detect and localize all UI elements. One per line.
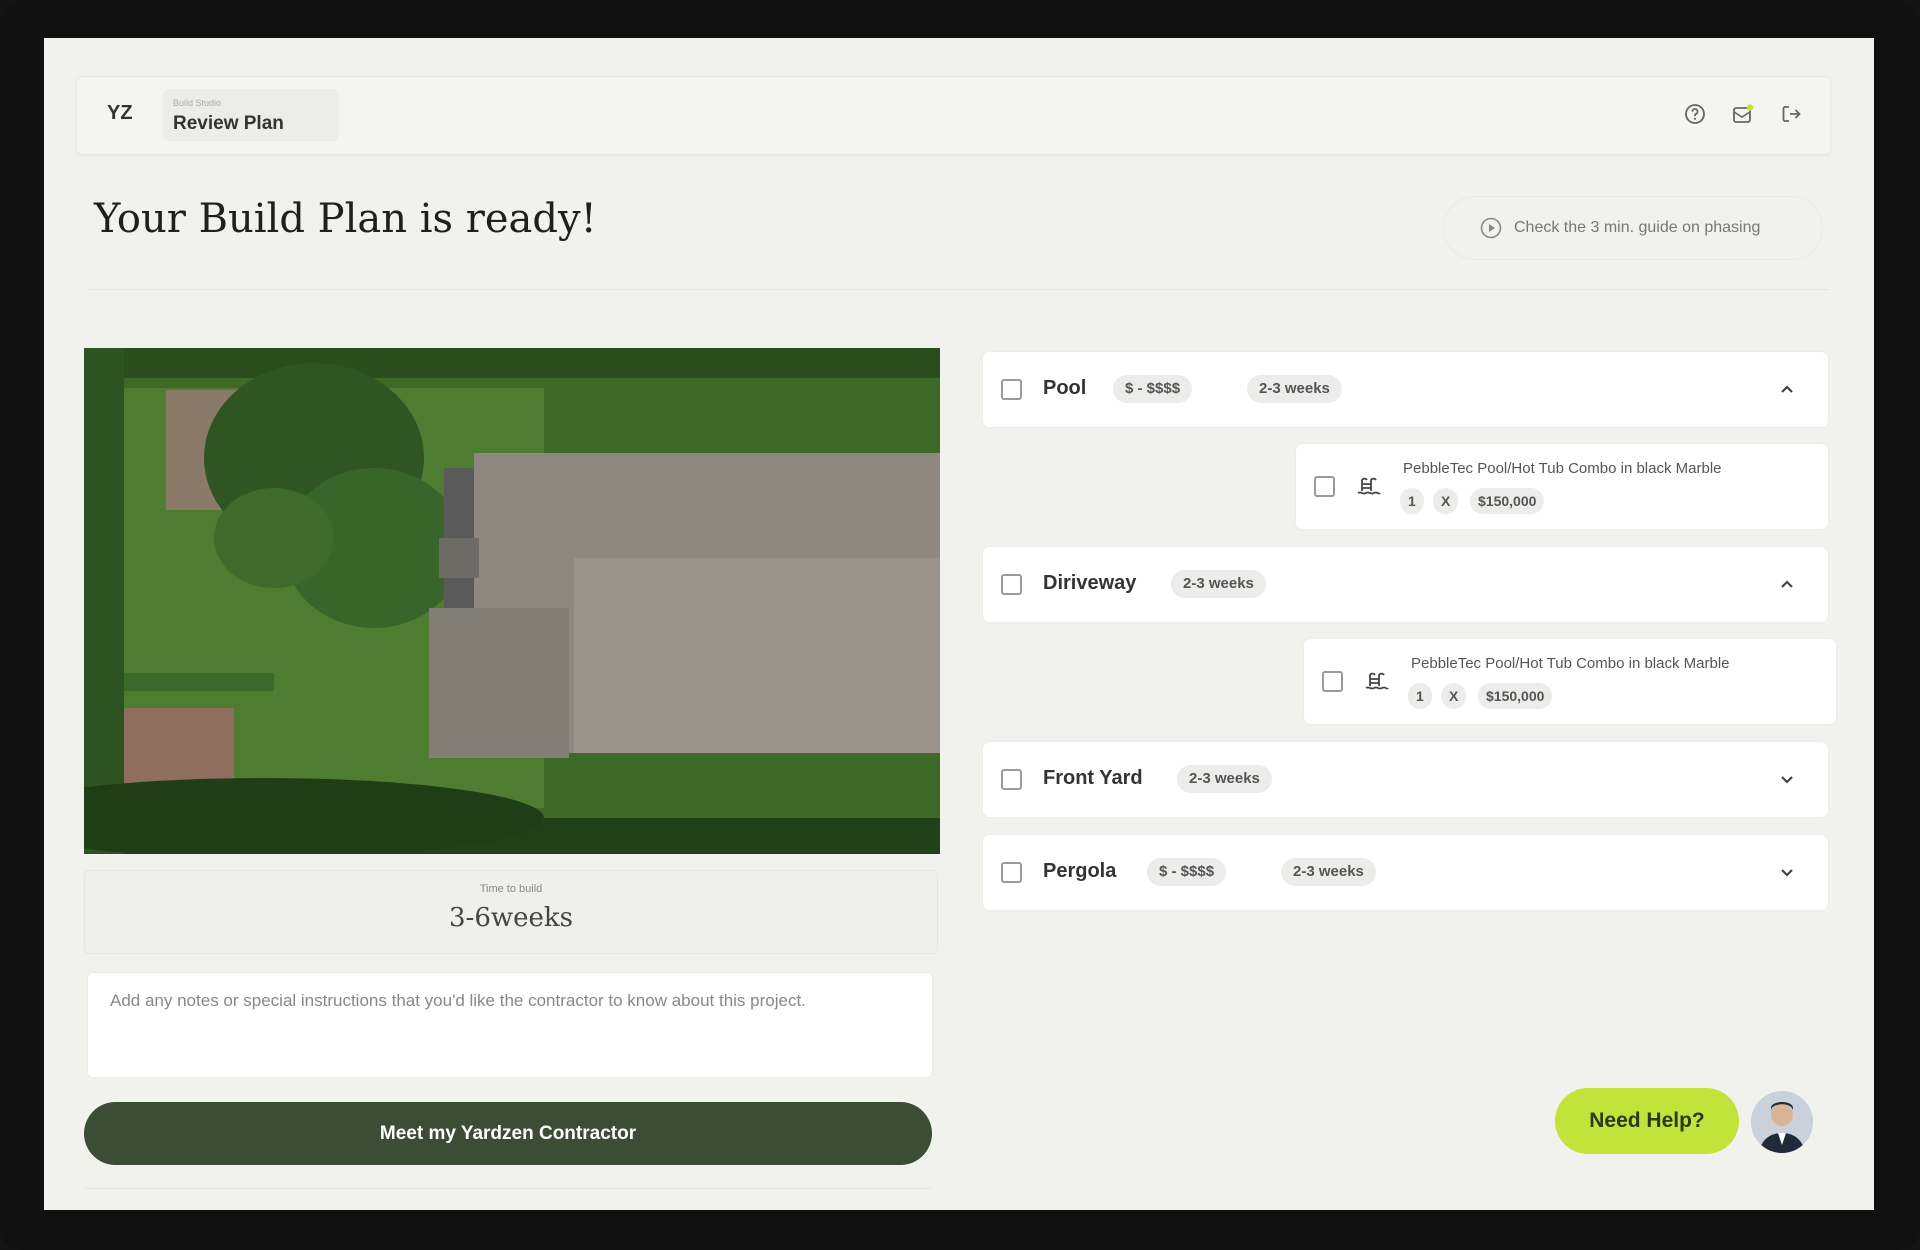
item-checkbox[interactable] (1001, 769, 1022, 790)
duration-badge: 2-3 weeks (1177, 765, 1272, 793)
duration-badge: 2-3 weeks (1171, 570, 1266, 598)
item-row-pergola[interactable]: Pergola $ - $$$$ 2-3 weeks (982, 834, 1829, 911)
price-badge: $ - $$$$ (1147, 858, 1227, 886)
pool-icon (1357, 477, 1381, 495)
time-to-build-card: Time to build 3-6weeks (84, 870, 938, 954)
notification-icon[interactable] (1732, 103, 1754, 125)
duration-badge: 2-3 weeks (1281, 858, 1376, 886)
item-row-front-yard[interactable]: Front Yard 2-3 weeks (982, 741, 1829, 818)
chevron-down-icon[interactable] (1776, 768, 1798, 790)
item-checkbox[interactable] (1001, 379, 1022, 400)
sub-item-card: PebbleTec Pool/Hot Tub Combo in black Ma… (1303, 638, 1837, 725)
item-label: Diriveway (1043, 572, 1137, 594)
quantity-badge: 1 (1408, 683, 1432, 709)
need-help-button[interactable]: Need Help? (1555, 1088, 1739, 1154)
sub-item-price: $150,000 (1470, 488, 1545, 514)
item-checkbox[interactable] (1001, 574, 1022, 595)
breadcrumb-section: Build Studio (173, 98, 222, 108)
phasing-guide-button[interactable]: Check the 3 min. guide on phasing (1443, 196, 1823, 260)
chevron-up-icon[interactable] (1776, 573, 1798, 595)
duration-badge: 2-3 weeks (1247, 375, 1342, 403)
app-logo[interactable]: YZ (107, 102, 133, 125)
sub-item-title: PebbleTec Pool/Hot Tub Combo in black Ma… (1411, 655, 1730, 672)
logout-icon[interactable] (1780, 103, 1802, 125)
item-label: Pergola (1043, 860, 1117, 882)
top-bar: YZ Build Studio Review Plan (76, 76, 1831, 155)
chevron-down-icon[interactable] (1776, 861, 1798, 883)
yard-plan-image (84, 348, 940, 854)
sub-item-card: PebbleTec Pool/Hot Tub Combo in black Ma… (1295, 443, 1829, 530)
chevron-up-icon[interactable] (1776, 378, 1798, 400)
multiply-badge: X (1433, 488, 1459, 514)
item-row-driveway[interactable]: Diriveway 2-3 weeks (982, 546, 1829, 623)
sub-item-checkbox[interactable] (1322, 671, 1343, 692)
notes-input[interactable]: Add any notes or special instructions th… (87, 972, 933, 1078)
footer-area (84, 1188, 932, 1210)
time-to-build-label: Time to build (479, 883, 543, 895)
tablet-frame: YZ Build Studio Review Plan Your Build P… (0, 0, 1920, 1250)
avatar[interactable] (1751, 1091, 1813, 1153)
breadcrumb-title: Review Plan (173, 113, 284, 134)
item-checkbox[interactable] (1001, 862, 1022, 883)
quantity-badge: 1 (1400, 488, 1424, 514)
sub-item-price: $150,000 (1478, 683, 1553, 709)
item-label: Pool (1043, 377, 1087, 399)
play-icon (1480, 217, 1502, 239)
breadcrumb: Build Studio Review Plan (163, 89, 339, 141)
multiply-badge: X (1441, 683, 1467, 709)
divider (88, 289, 1829, 290)
page-title: Your Build Plan is ready! (94, 196, 597, 242)
app-screen: YZ Build Studio Review Plan Your Build P… (44, 38, 1874, 1210)
sub-item-checkbox[interactable] (1314, 476, 1335, 497)
help-icon[interactable] (1684, 103, 1706, 125)
price-badge: $ - $$$$ (1113, 375, 1193, 403)
sub-item-title: PebbleTec Pool/Hot Tub Combo in black Ma… (1403, 460, 1722, 477)
item-label: Front Yard (1043, 767, 1143, 789)
time-to-build-value: 3-6weeks (449, 903, 573, 933)
phasing-guide-label: Check the 3 min. guide on phasing (1514, 219, 1761, 236)
meet-contractor-button[interactable]: Meet my Yardzen Contractor (84, 1102, 932, 1165)
item-row-pool[interactable]: Pool $ - $$$$ 2-3 weeks (982, 351, 1829, 428)
pool-icon (1365, 672, 1389, 690)
